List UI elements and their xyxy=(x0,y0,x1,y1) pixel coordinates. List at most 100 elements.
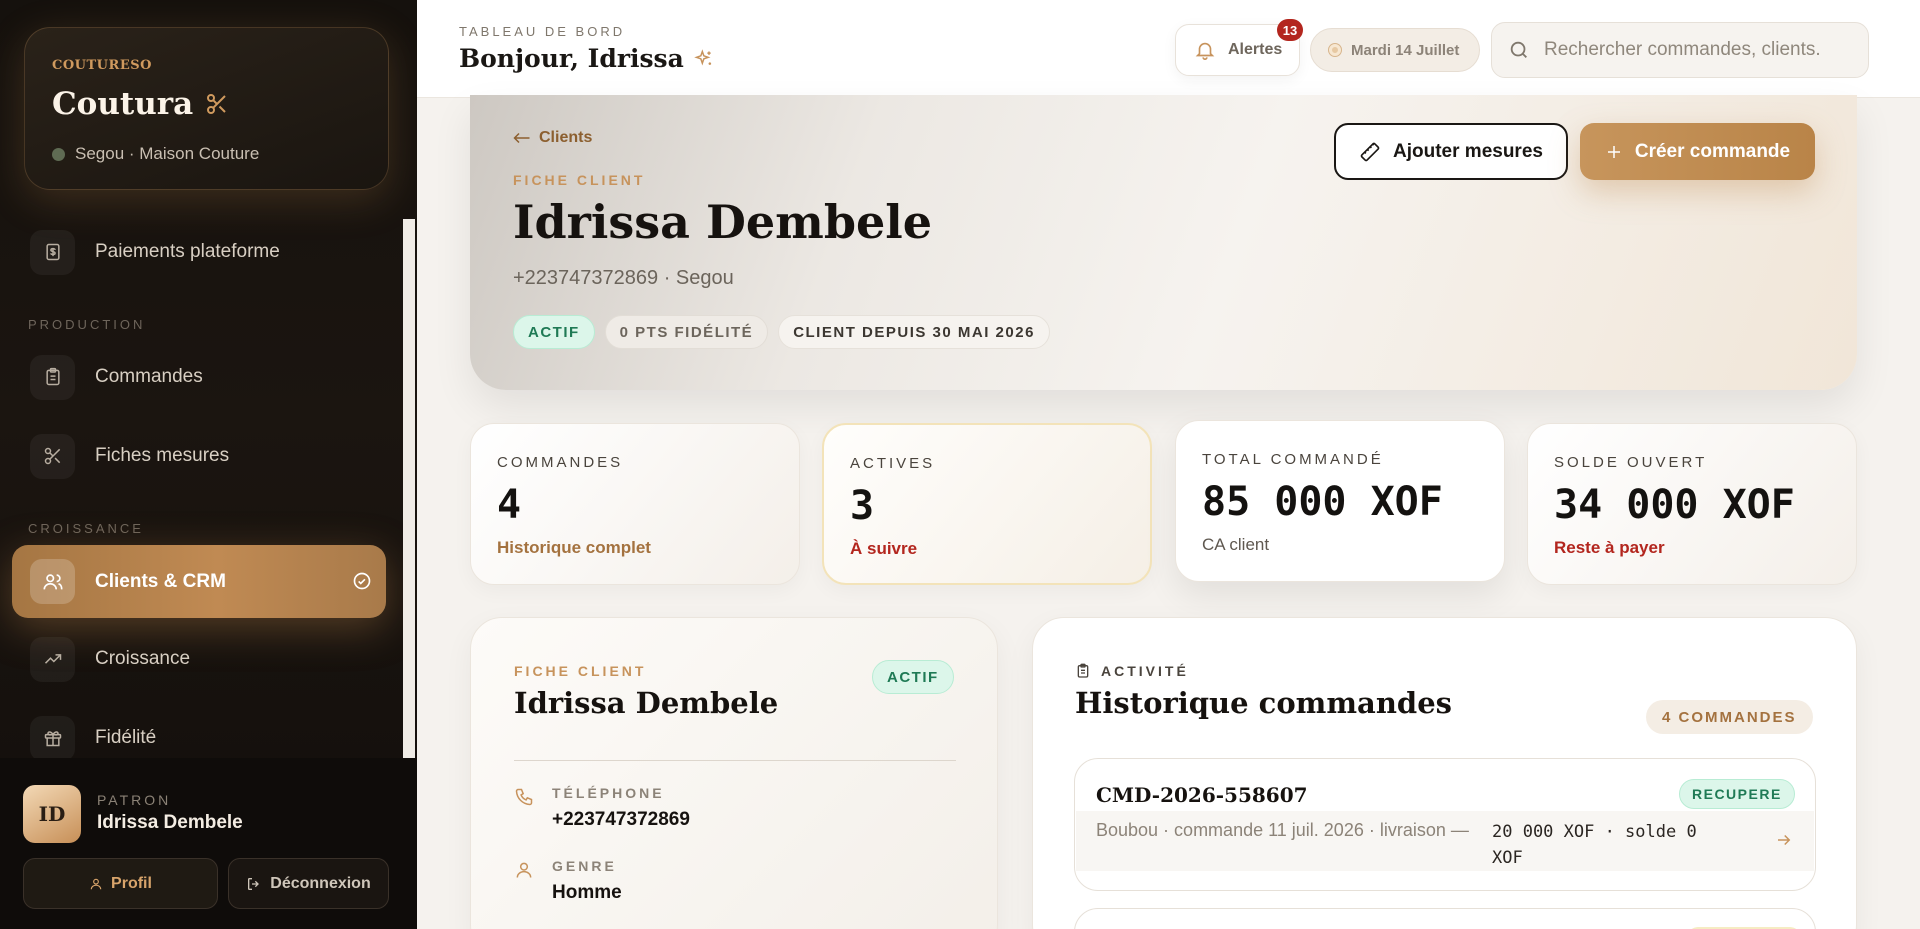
clipboard-icon xyxy=(1077,663,1089,678)
users-icon xyxy=(30,559,75,604)
client-pills: ACTIF 0 PTS FIDÉLITÉ CLIENT DEPUIS 30 MA… xyxy=(513,315,1050,349)
arrow-right-icon[interactable] xyxy=(1775,831,1793,849)
status-badge: ACTIF xyxy=(872,660,954,694)
activity-title: Historique commandes xyxy=(1075,686,1452,720)
field-phone: TÉLÉPHONE +223747372869 xyxy=(514,785,690,831)
add-measures-label: Ajouter mesures xyxy=(1393,140,1543,162)
order-id: CMD-2026-558607 xyxy=(1096,783,1308,807)
orders-count-badge: 4 COMMANDES xyxy=(1646,700,1813,734)
phone-icon xyxy=(514,785,536,831)
page-title: Bonjour, Idrissa xyxy=(459,44,714,73)
stat-card-active: ACTIVES 3 À suivre xyxy=(822,423,1152,585)
sidebar-item-clients-crm[interactable]: Clients & CRM xyxy=(12,545,386,618)
date-dot xyxy=(1329,44,1341,56)
field-label: TÉLÉPHONE xyxy=(552,785,665,801)
sidebar-item-label: Paiements plateforme xyxy=(95,241,280,262)
activity-card: ACTIVITÉ Historique commandes 4 COMMANDE… xyxy=(1032,617,1857,929)
field-gender: GENRE Homme xyxy=(514,858,622,904)
sparkles-icon xyxy=(694,48,711,65)
avatar[interactable]: ID xyxy=(23,785,81,843)
user-name: Idrissa Dembele xyxy=(97,812,243,833)
scissors-icon xyxy=(30,433,75,479)
activity-kicker-text: ACTIVITÉ xyxy=(1101,663,1189,679)
brand-location-text: Segou · Maison Couture xyxy=(75,144,260,163)
nav-section-growth: CROISSANCE xyxy=(28,521,144,536)
stat-label: TOTAL COMMANDÉ xyxy=(1202,451,1384,468)
brand-kicker: COUTURESO xyxy=(52,58,152,73)
sidebar-item-label: Fiches mesures xyxy=(95,445,230,466)
order-amount: 20 000 XOF · solde 0 XOF xyxy=(1492,822,1697,868)
stat-value: 34 000 XOF xyxy=(1554,482,1795,528)
client-since-badge: CLIENT DEPUIS 30 MAI 2026 xyxy=(778,315,1050,349)
stat-value: 3 xyxy=(850,483,875,529)
scissors-icon xyxy=(207,94,226,114)
hero-kicker: FICHE CLIENT xyxy=(513,172,646,188)
profile-label: Profil xyxy=(111,874,152,892)
client-subtitle: +223747372869 · Segou xyxy=(513,267,734,289)
sidebar-item-label: Croissance xyxy=(95,648,191,669)
sidebar-item-measures[interactable]: Fiches mesures xyxy=(28,421,386,491)
user-icon xyxy=(90,878,102,889)
status-badge: ACTIF xyxy=(513,315,595,349)
profile-button[interactable]: Profil xyxy=(23,858,218,909)
gift-icon xyxy=(30,715,75,761)
page-kicker: TABLEAU DE BORD xyxy=(459,24,626,39)
order-details: Boubou · commande 11 juil. 2026 · livrai… xyxy=(1076,811,1814,871)
sidebar-item-label: Commandes xyxy=(95,366,203,387)
client-card: FICHE CLIENT Idrissa Dembele ACTIF TÉLÉP… xyxy=(470,617,998,929)
back-link[interactable]: Clients xyxy=(513,129,592,147)
stat-note: À suivre xyxy=(850,539,918,558)
client-card-kicker: FICHE CLIENT xyxy=(514,663,647,679)
field-value: Homme xyxy=(552,882,622,903)
bell-icon xyxy=(1195,42,1215,60)
stat-label: SOLDE OUVERT xyxy=(1554,454,1708,471)
plus-icon xyxy=(1607,145,1620,158)
field-value: +223747372869 xyxy=(552,809,690,830)
order-row[interactable] xyxy=(1074,908,1816,929)
sidebar-item-growth[interactable]: Croissance xyxy=(28,624,386,694)
user-role: PATRON xyxy=(97,792,172,808)
sidebar-scrollbar[interactable] xyxy=(403,219,415,759)
stat-card-orders: COMMANDES 4 Historique complet xyxy=(470,423,800,585)
create-order-button[interactable]: Créer commande xyxy=(1580,123,1815,180)
sidebar-item-orders[interactable]: Commandes xyxy=(28,342,386,412)
sidebar-item-label: Fidélité xyxy=(95,727,157,748)
divider xyxy=(514,760,956,761)
trend-icon xyxy=(30,636,75,682)
client-hero: Clients FICHE CLIENT Idrissa Dembele +22… xyxy=(470,95,1857,390)
field-label: GENRE xyxy=(552,858,617,874)
user-icon xyxy=(514,858,536,904)
topbar: TABLEAU DE BORD Bonjour, Idrissa Alertes… xyxy=(417,0,1920,98)
clipboard-icon xyxy=(30,354,75,400)
order-status-badge: RECUPERE xyxy=(1679,779,1795,809)
stat-note: CA client xyxy=(1202,535,1270,554)
user-panel: ID PATRON Idrissa Dembele Profil Déconne… xyxy=(0,758,417,929)
stat-note: Historique complet xyxy=(497,538,651,557)
add-measures-button[interactable]: Ajouter mesures xyxy=(1334,123,1568,180)
search-box[interactable] xyxy=(1491,22,1869,78)
loyalty-badge: 0 PTS FIDÉLITÉ xyxy=(604,315,769,349)
arrow-left-icon xyxy=(513,132,530,144)
logout-label: Déconnexion xyxy=(270,874,371,892)
check-circle-icon xyxy=(353,572,371,590)
back-link-label: Clients xyxy=(539,129,593,146)
logout-icon xyxy=(248,877,260,890)
status-dot xyxy=(52,147,65,161)
logout-button[interactable]: Déconnexion xyxy=(228,858,389,909)
search-input[interactable] xyxy=(1544,39,1864,61)
sidebar-item-payments[interactable]: Paiements plateforme xyxy=(28,217,386,287)
date-text: Mardi 14 Juillet xyxy=(1351,41,1460,59)
order-meta: Boubou · commande 11 juil. 2026 · livrai… xyxy=(1096,820,1469,840)
sidebar: COUTURESO Coutura Segou · Maison Couture… xyxy=(0,0,417,929)
order-row[interactable]: CMD-2026-558607 RECUPERE Boubou · comman… xyxy=(1074,758,1816,891)
stat-card-balance: SOLDE OUVERT 34 000 XOF Reste à payer xyxy=(1527,423,1857,585)
activity-kicker: ACTIVITÉ xyxy=(1075,663,1189,679)
sidebar-item-label: Clients & CRM xyxy=(95,570,226,592)
stat-label: COMMANDES xyxy=(497,454,624,471)
alerts-badge: 13 xyxy=(1277,19,1303,41)
brand-card[interactable]: COUTURESO Coutura Segou · Maison Couture xyxy=(24,27,389,190)
client-name: Idrissa Dembele xyxy=(513,195,933,249)
stat-label: ACTIVES xyxy=(850,455,936,472)
search-icon xyxy=(1510,41,1527,58)
stat-note: Reste à payer xyxy=(1554,538,1665,557)
